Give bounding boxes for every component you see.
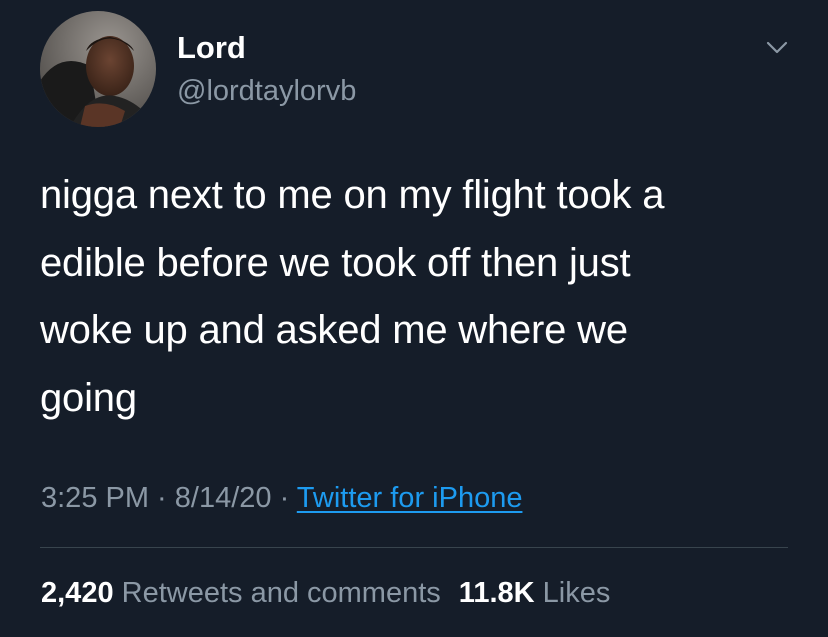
likes-count: 11.8K <box>458 577 535 609</box>
tweet-metadata: 3:25 PM · 8/14/20 · Twitter for iPhone <box>41 478 522 518</box>
likes-stat[interactable]: 11.8K Likes <box>459 577 611 609</box>
retweets-count: 2,420 <box>41 577 114 609</box>
tweet-text-line: woke up and asked me where we <box>40 308 628 352</box>
chevron-down-icon[interactable] <box>761 34 793 62</box>
tweet-stats: 2,420 Retweets and comments 11.8K Likes <box>41 573 610 613</box>
user-handle[interactable]: @lordtaylorvb <box>177 73 356 109</box>
display-name[interactable]: Lord <box>177 28 246 68</box>
tweet-text-line: nigga next to me on my flight took a <box>40 173 665 217</box>
tweet-text: nigga next to me on my flight took a edi… <box>40 162 800 432</box>
tweet-text-line: going <box>40 375 137 420</box>
likes-label: Likes <box>542 577 611 609</box>
tweet-date[interactable]: 8/14/20 <box>175 482 272 514</box>
avatar[interactable] <box>40 11 156 127</box>
source-link[interactable]: Twitter for iPhone <box>297 482 523 514</box>
tweet-text-line: edible before we took off then just <box>40 240 631 285</box>
tweet-time[interactable]: 3:25 PM <box>41 482 149 514</box>
separator-dot: · <box>271 482 297 514</box>
divider <box>40 547 788 548</box>
retweets-label: Retweets and comments <box>121 577 441 609</box>
profile-photo-image <box>40 11 156 127</box>
retweets-stat[interactable]: 2,420 Retweets and comments <box>41 577 441 609</box>
tweet-card: Lord @lordtaylorvb nigga next to me on m… <box>0 0 828 637</box>
separator-dot: · <box>149 482 175 514</box>
